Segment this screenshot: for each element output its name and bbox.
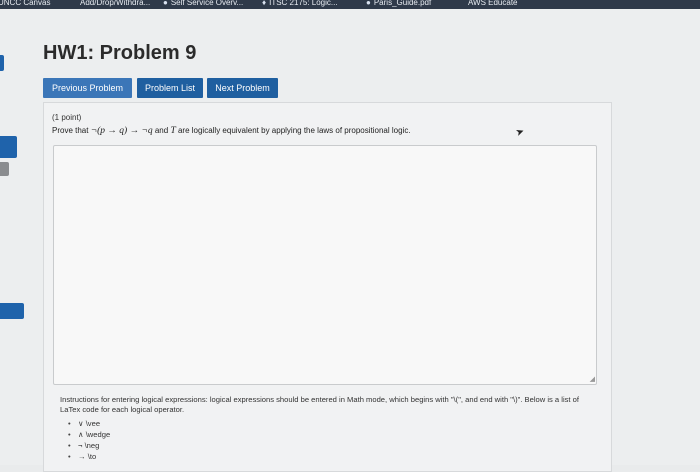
bookmark-uncc-canvas[interactable]: UNCC Canvas bbox=[0, 0, 50, 9]
sidebar-marker[interactable] bbox=[0, 136, 17, 158]
next-problem-button[interactable]: Next Problem bbox=[207, 78, 278, 98]
points-label: (1 point) bbox=[52, 113, 82, 122]
prompt-expression: ¬(p → q) → ¬q bbox=[90, 126, 153, 136]
sidebar-marker[interactable] bbox=[0, 303, 24, 319]
bookmark-aws-educate[interactable]: AWS Educate bbox=[468, 0, 518, 9]
bookmark-add-drop[interactable]: Add/Drop/Withdra... bbox=[80, 0, 150, 9]
list-item: ¬ \neg bbox=[68, 440, 110, 451]
previous-problem-button[interactable]: Previous Problem bbox=[43, 78, 132, 98]
page-title: HW1: Problem 9 bbox=[43, 42, 197, 64]
operator-list: ∨ \vee ∧ \wedge ¬ \neg → \to bbox=[68, 418, 110, 462]
instructions-text: Instructions for entering logical expres… bbox=[60, 395, 579, 414]
problem-prompt: Prove that ¬(p → q) → ¬q and T are logic… bbox=[52, 126, 411, 136]
problem-panel: (1 point) Prove that ¬(p → q) → ¬q and T… bbox=[43, 102, 612, 472]
sidebar-marker bbox=[0, 55, 4, 71]
answer-textarea[interactable]: ◢ bbox=[53, 145, 597, 385]
sidebar-marker[interactable] bbox=[0, 162, 9, 176]
bookmark-paris-guide[interactable]: ● Paris_Guide.pdf bbox=[366, 0, 431, 9]
circle-icon: ● bbox=[366, 0, 371, 7]
list-item: ∨ \vee bbox=[68, 418, 110, 429]
bookmark-itsc[interactable]: ♦ ITSC 2175: Logic... bbox=[262, 0, 338, 9]
bookmark-self-service[interactable]: ● Self Service Overv... bbox=[163, 0, 243, 9]
page: HW1: Problem 9 Previous Problem Problem … bbox=[0, 9, 700, 472]
prompt-T: T bbox=[170, 126, 176, 136]
leaf-icon: ♦ bbox=[262, 0, 267, 7]
list-item: → \to bbox=[68, 451, 110, 462]
problem-list-button[interactable]: Problem List bbox=[137, 78, 203, 98]
circle-icon: ● bbox=[163, 0, 168, 7]
resize-handle-icon[interactable]: ◢ bbox=[590, 376, 595, 383]
list-item: ∧ \wedge bbox=[68, 429, 110, 440]
bookmarks-bar: UNCC Canvas Add/Drop/Withdra... ● Self Se… bbox=[0, 0, 700, 9]
